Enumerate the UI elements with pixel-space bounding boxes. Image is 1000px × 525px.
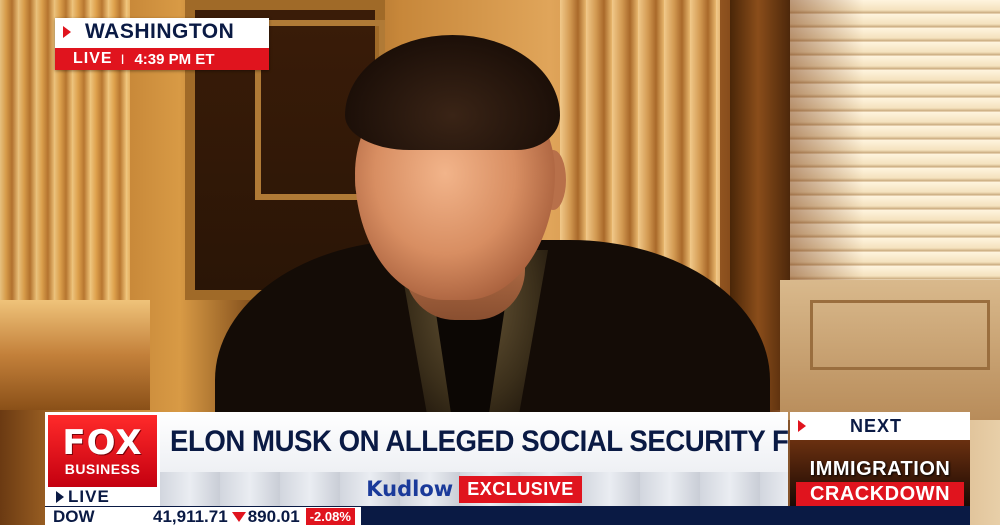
live-label: LIVE — [73, 50, 113, 67]
stock-ticker: DOW 41,911.71 890.01 -2.08% — [45, 506, 970, 525]
location-row: WASHINGTON — [55, 18, 269, 46]
up-next-title-line1: IMMIGRATION — [809, 458, 951, 480]
show-banner: Kudlow EXCLUSIVE — [160, 472, 788, 506]
live-time-row: LIVE I 4:39 PM ET — [55, 48, 269, 70]
headline-banner: ELON MUSK ON ALLEGED SOCIAL SECURITY FRA… — [160, 412, 867, 472]
show-name: Kudlow — [366, 477, 454, 501]
ticker-percent-badge: -2.08% — [305, 508, 355, 525]
triangle-down-icon — [231, 511, 246, 522]
background-pillar-base — [0, 300, 150, 410]
ticker-index-name: DOW — [53, 506, 95, 525]
ticker-track — [360, 507, 970, 525]
ticker-change: 890.01 — [247, 506, 300, 525]
up-next-title-highlight: CRACKDOWN — [796, 482, 964, 506]
triangle-right-icon — [798, 420, 806, 432]
network-logo-business: BUSINESS — [64, 460, 141, 477]
broadcast-time: 4:39 PM ET — [134, 50, 215, 68]
exclusive-badge: EXCLUSIVE — [459, 475, 582, 503]
network-logo-badge: FOX BUSINESS — [48, 415, 157, 487]
background-window-shade — [790, 0, 1000, 280]
up-next-label: NEXT — [850, 415, 903, 436]
network-logo-fox: FOX — [62, 422, 143, 463]
triangle-right-icon — [63, 26, 71, 38]
network-logo: FOX BUSINESS LIVE — [45, 412, 160, 506]
location-bug: WASHINGTON LIVE I 4:39 PM ET — [55, 18, 269, 70]
network-live-row: LIVE — [48, 487, 157, 506]
triangle-right-icon — [56, 491, 64, 503]
broadcast-frame: WASHINGTON LIVE I 4:39 PM ET FOX BUSINES… — [0, 0, 1000, 525]
live-separator: I — [120, 51, 125, 67]
network-live-label: LIVE — [68, 487, 110, 506]
up-next-header: NEXT — [790, 412, 970, 440]
up-next-panel: NEXT IMMIGRATION CRACKDOWN — [790, 412, 970, 506]
headline-text: ELON MUSK ON ALLEGED SOCIAL SECURITY FRA… — [170, 425, 867, 458]
up-next-title-line2: CRACKDOWN — [809, 482, 951, 505]
location-city: WASHINGTON — [85, 20, 235, 43]
ticker-index-value: 41,911.71 — [153, 506, 228, 525]
background-wall-panel — [810, 300, 990, 370]
